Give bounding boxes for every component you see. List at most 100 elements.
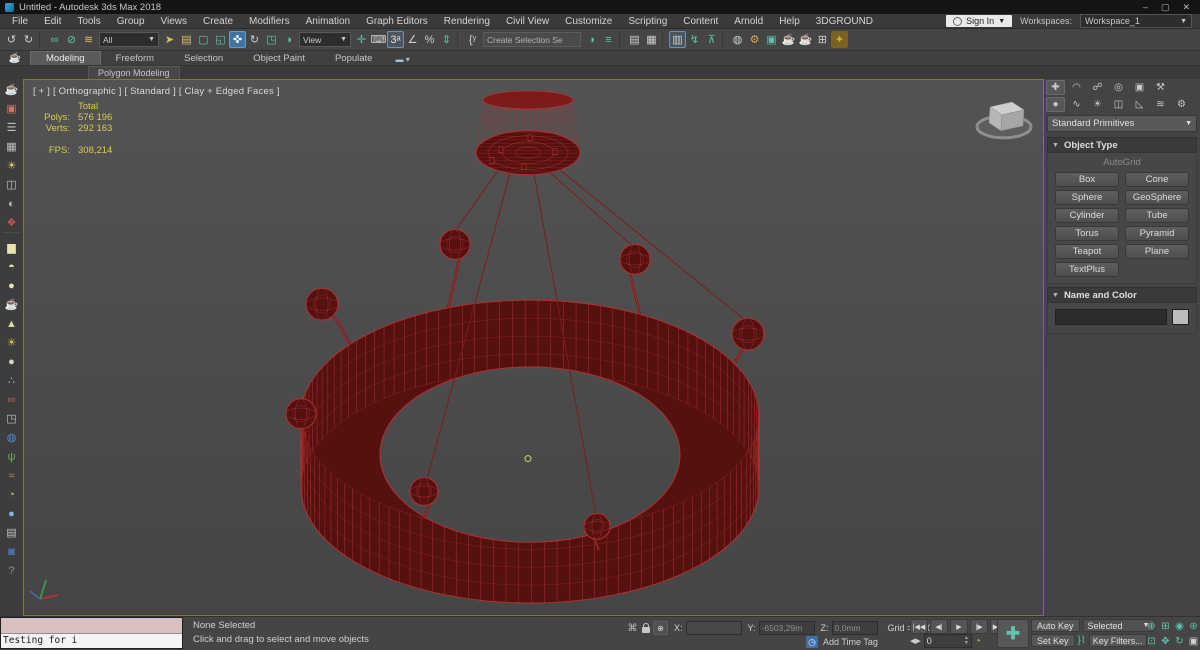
key-selection-dropdown[interactable]: Selected ▼ [1082,619,1155,632]
menu-item[interactable]: Scripting [620,16,675,27]
name-color-header[interactable]: ▼ Name and Color [1047,287,1197,303]
render-in-cloud-icon[interactable]: ⊞ [814,31,831,48]
hierarchy-tab-icon[interactable]: ☍ [1088,80,1107,95]
snap-3d-icon[interactable]: 3ᵃ [387,31,404,48]
shell-icon[interactable]: ◔ [1,485,22,504]
teapot-icon[interactable]: ☕ [1,80,22,99]
reference-coordsys-dropdown[interactable]: View ▼ [299,32,351,47]
next-frame-icon[interactable]: |▶ [970,619,988,634]
window-crossing-icon[interactable]: ◱ [212,31,229,48]
foliage-icon[interactable]: ψ [1,447,22,466]
minimize-button[interactable]: ‒ [1143,2,1148,13]
primitive-button[interactable]: TextPlus [1055,262,1119,277]
spacewarps-category-icon[interactable]: ≋ [1151,97,1170,112]
menu-item[interactable]: Customize [557,16,620,27]
render-production-icon[interactable]: ☕ [780,31,797,48]
select-by-name-icon[interactable]: ▤ [178,31,195,48]
key-filters-button[interactable]: Key Filters... [1088,634,1147,647]
workspace-dropdown[interactable]: Workspace_1 ▼ [1080,14,1192,28]
keyboard-override-icon[interactable]: ⌨ [370,31,387,48]
primitive-button[interactable]: Sphere [1055,190,1119,205]
geometry-category-icon[interactable]: ● [1046,97,1065,112]
primitive-button[interactable]: Pyramid [1125,226,1189,241]
z-coordinate-field[interactable]: 0,0mm [831,621,878,635]
angle-snap-icon[interactable]: ∠ [404,31,421,48]
menu-item[interactable]: Modifiers [241,16,298,27]
select-manipulate-icon[interactable]: ✛ [353,31,370,48]
list-icon[interactable]: ☰ [1,118,22,137]
moon-sphere-icon[interactable]: ● [1,352,22,371]
auto-key-button[interactable]: Auto Key [1031,619,1080,632]
pan-icon[interactable]: ✥ [1159,634,1172,648]
set-keys-button[interactable]: ✚ [997,619,1029,648]
listener-macro-row[interactable] [1,618,182,634]
earth-icon[interactable]: ◍ [1,428,22,447]
percent-snap-icon[interactable]: % [421,31,438,48]
menu-item[interactable]: Tools [69,16,108,27]
orbit-icon[interactable]: ↻ [1173,634,1186,648]
viewport-label[interactable]: [ + ] [ Orthographic ] [ Standard ] [ Cl… [33,86,280,97]
rendered-frame-icon[interactable]: ▣ [763,31,780,48]
named-selection-icon[interactable]: {ʸ [464,31,481,48]
schematic-view-icon[interactable]: ⊼ [703,31,720,48]
pivot-icon[interactable]: ◑ [280,31,297,48]
frame-spinner[interactable]: ▲ ▼ [964,636,969,646]
tab-object-paint[interactable]: Object Paint [238,52,320,65]
blue-sphere-icon[interactable]: ● [1,504,22,523]
bird-icon[interactable]: ≈ [1,466,22,485]
movie-icon[interactable]: ❖ [1,213,22,232]
viewport-canvas[interactable] [24,80,1043,615]
viewport[interactable]: [ + ] [ Orthographic ] [ Standard ] [ Cl… [23,79,1044,616]
rect-selection-icon[interactable]: ▢ [195,31,212,48]
align-icon[interactable]: ≡ [600,31,617,48]
tab-populate[interactable]: Populate [320,52,388,65]
utilities-tab-icon[interactable]: ⚒ [1151,80,1170,95]
menu-item[interactable]: Graph Editors [358,16,436,27]
key-filters-icon[interactable]: }⌇ [1078,635,1086,646]
zoom-extents-all-icon[interactable]: ⊛ [1187,619,1200,633]
zoom-all-icon[interactable]: ⊞ [1159,619,1172,633]
controller-icon[interactable]: ◳ [1,409,22,428]
y-coordinate-field[interactable]: -6503,29m [758,621,815,635]
absolute-mode-toggle[interactable]: ⊕ [653,621,668,635]
set-key-button[interactable]: Set Key [1031,634,1075,647]
zoom-region-icon[interactable]: ⊡ [1145,634,1158,648]
tab-freeform[interactable]: Freeform [101,52,170,65]
isolate-selection-icon[interactable]: ⌘ [626,623,639,634]
unlink-icon[interactable]: ⊘ [63,31,80,48]
open-in-viewer-icon[interactable]: ✦ [831,31,848,48]
current-frame-field[interactable]: 0 ▲ ▼ [923,634,972,648]
menu-item[interactable]: Views [153,16,196,27]
go-to-start-icon[interactable]: |◀◀ [910,619,928,634]
teapot-primitive-icon[interactable]: ☕ [1,295,22,314]
spinner-snap-icon[interactable]: ⇕ [438,31,455,48]
select-link-icon[interactable]: ∞ [46,31,63,48]
camera-icon[interactable]: ◫ [1,175,22,194]
autogrid-checkbox[interactable]: AutoGrid [1055,157,1189,168]
help-icon[interactable]: ? [1,561,22,580]
particles-icon[interactable]: ∴ [1,371,22,390]
mirror-icon[interactable]: ◑ [583,31,600,48]
primitive-button[interactable]: Cone [1125,172,1189,187]
undo-icon[interactable]: ↺ [3,31,20,48]
object-color-swatch[interactable] [1172,309,1189,325]
primitive-button[interactable]: Cylinder [1055,208,1119,223]
tab-modeling[interactable]: Modeling [30,51,101,65]
ribbon-toggle-icon[interactable]: ▥ [669,31,686,48]
menu-item[interactable]: File [4,16,36,27]
light-icon[interactable]: ☀ [1,156,22,175]
layer-explorer-icon[interactable]: ▦ [643,31,660,48]
molecule-icon[interactable]: ∞ [1,390,22,409]
menu-item[interactable]: Group [109,16,153,27]
grid-panel-icon[interactable]: ▦ [1,137,22,156]
ribbon-more-dropdown[interactable]: ▬ ▾ [387,54,417,65]
modify-tab-icon[interactable]: ◠ [1067,80,1086,95]
material-editor-icon[interactable]: ◍ [729,31,746,48]
menu-item[interactable]: Help [771,16,808,27]
prev-frame-icon[interactable]: ◀| [930,619,948,634]
maximize-button[interactable]: ▢ [1161,2,1170,13]
select-move-icon[interactable]: ✜ [229,31,246,48]
menu-item[interactable]: Edit [36,16,69,27]
sphere-primitive-icon[interactable]: ● [1,276,22,295]
scene-explorer-icon[interactable]: ▤ [626,31,643,48]
